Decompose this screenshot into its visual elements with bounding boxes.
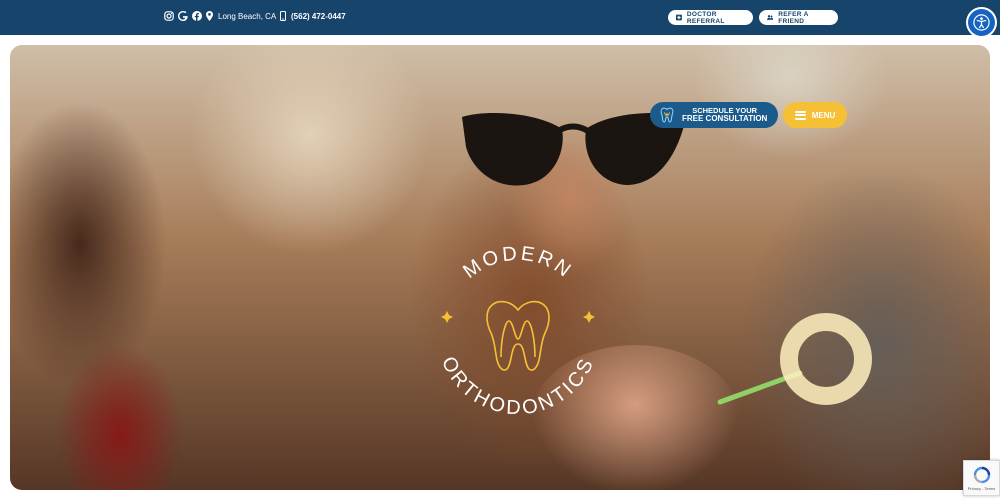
phone-link[interactable]: (562) 472-0447	[280, 11, 346, 21]
accessibility-icon	[968, 9, 995, 36]
logo-m-mark	[500, 320, 536, 358]
refer-friend-button[interactable]: REFER A FRIEND	[759, 10, 838, 25]
hamburger-icon	[794, 110, 806, 120]
phone-icon	[280, 11, 286, 21]
doctor-referral-label: DOCTOR REFERRAL	[686, 10, 725, 25]
cta-line-2: FREE CONSULTATION	[682, 114, 768, 123]
logo-text-top: MODERN	[459, 243, 577, 284]
logo-tooth-outline	[486, 300, 550, 371]
recaptcha-icon	[973, 466, 990, 483]
google-icon[interactable]	[178, 11, 188, 21]
hero-banner: SCHEDULE YOUR FREE CONSULTATION MENU MOD…	[10, 45, 990, 490]
doctor-referral-button[interactable]: DOCTOR REFERRAL	[668, 10, 753, 25]
logo-star-right	[583, 311, 595, 323]
location-text: Long Beach, CA	[218, 11, 277, 21]
referral-form-icon	[676, 14, 682, 21]
recaptcha-links[interactable]: Privacy - Terms	[968, 486, 995, 491]
instagram-icon[interactable]	[164, 11, 174, 21]
phone-number: (562) 472-0447	[291, 11, 346, 21]
modern-orthodontics-logo: MODERN ORTHODONTICS	[437, 243, 599, 420]
menu-label: MENU	[811, 110, 836, 120]
social-links	[164, 11, 202, 21]
top-bar: Long Beach, CA (562) 472-0447 DOCTOR REF…	[0, 0, 1000, 35]
logo-text-bottom: ORTHODONTICS	[437, 353, 599, 419]
refer-friend-label: REFER A FRIEND	[778, 10, 809, 25]
schedule-consultation-label: SCHEDULE YOUR FREE CONSULTATION	[682, 106, 768, 124]
accessibility-button[interactable]	[966, 7, 997, 38]
schedule-consultation-button[interactable]: SCHEDULE YOUR FREE CONSULTATION	[650, 102, 778, 128]
recaptcha-badge[interactable]: Privacy - Terms	[963, 460, 1000, 496]
logo-star-left	[441, 311, 453, 323]
bubble-ring	[780, 313, 872, 405]
users-icon	[767, 15, 774, 20]
tooth-icon	[660, 107, 674, 123]
map-pin-icon	[206, 11, 213, 21]
location[interactable]: Long Beach, CA	[206, 11, 276, 21]
facebook-icon[interactable]	[192, 11, 202, 21]
menu-button[interactable]: MENU	[783, 102, 847, 128]
